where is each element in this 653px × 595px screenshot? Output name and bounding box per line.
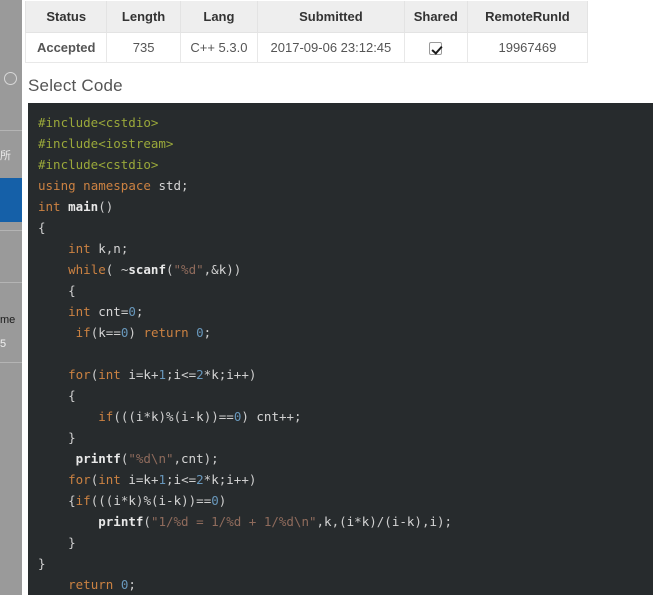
sidebar-divider — [0, 282, 22, 283]
cell-shared — [403, 31, 468, 64]
cell-length: 735 — [106, 31, 181, 64]
sidebar-item-active[interactable] — [0, 178, 22, 222]
table-body: Accepted 735 C++ 5.3.0 2017-09-06 23:12:… — [24, 31, 589, 64]
app-root: 所 题 me 5 Status Length Lang Submitted Sh… — [0, 0, 653, 595]
table-header: Status Length Lang Submitted Shared Remo… — [24, 1, 589, 33]
left-sidebar-strip[interactable]: 所 题 me 5 — [0, 0, 22, 595]
select-code-label: Select Code — [28, 76, 123, 95]
table-row[interactable]: Accepted 735 C++ 5.3.0 2017-09-06 23:12:… — [24, 31, 589, 64]
sidebar-fragment-2[interactable]: me — [0, 314, 22, 326]
sidebar-divider — [0, 230, 22, 231]
column-header-submitted[interactable]: Submitted — [257, 1, 405, 33]
sidebar-divider — [0, 130, 22, 131]
sidebar-fragment-3[interactable]: 5 — [0, 338, 22, 350]
column-header-status[interactable]: Status — [24, 1, 108, 33]
sidebar-fragment-0[interactable]: 所 — [0, 150, 22, 162]
content-page: Status Length Lang Submitted Shared Remo… — [22, 0, 653, 595]
table-header-row: Status Length Lang Submitted Shared Remo… — [24, 1, 589, 33]
cell-status: Accepted — [24, 31, 108, 64]
code-viewer[interactable]: #include<cstdio> #include<iostream> #inc… — [28, 103, 653, 595]
cell-lang: C++ 5.3.0 — [179, 31, 259, 64]
submission-table: Status Length Lang Submitted Shared Remo… — [24, 1, 589, 64]
cell-submitted: 2017-09-06 23:12:45 — [257, 31, 405, 64]
column-header-remoterunid[interactable]: RemoteRunId — [466, 1, 589, 33]
shared-checkbox[interactable] — [429, 42, 443, 56]
circle-icon — [4, 72, 17, 85]
column-header-length[interactable]: Length — [106, 1, 181, 33]
sidebar-divider — [0, 362, 22, 363]
cell-remoterunid: 19967469 — [466, 31, 589, 64]
code-content: #include<cstdio> #include<iostream> #inc… — [38, 115, 453, 592]
column-header-shared[interactable]: Shared — [403, 1, 468, 33]
column-header-lang[interactable]: Lang — [179, 1, 259, 33]
